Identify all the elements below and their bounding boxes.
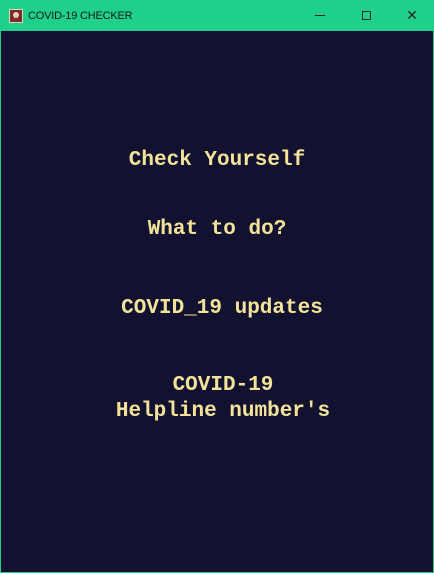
maximize-icon bbox=[361, 11, 371, 20]
covid-updates-button[interactable]: COVID_19 updates bbox=[1, 296, 433, 322]
what-to-do-button[interactable]: What to do? bbox=[1, 217, 433, 243]
helpline-numbers-button[interactable]: COVID-19 Helpline number's bbox=[1, 373, 433, 425]
app-window: COVID-19 CHECKER ✕ Check Yourself What t… bbox=[0, 0, 434, 573]
helpline-label-line1: COVID-19 bbox=[172, 374, 274, 397]
main-content: Check Yourself What to do? COVID_19 upda… bbox=[1, 31, 433, 572]
minimize-button[interactable] bbox=[297, 0, 343, 31]
window-controls: ✕ bbox=[297, 0, 433, 31]
check-yourself-button[interactable]: Check Yourself bbox=[1, 148, 433, 174]
covid-updates-label: COVID_19 updates bbox=[121, 297, 323, 320]
title-bar[interactable]: COVID-19 CHECKER ✕ bbox=[1, 0, 433, 31]
maximize-button[interactable] bbox=[343, 0, 389, 31]
check-yourself-label: Check Yourself bbox=[128, 149, 306, 172]
minimize-icon bbox=[315, 15, 325, 16]
app-icon bbox=[9, 8, 23, 23]
window-title: COVID-19 CHECKER bbox=[28, 9, 133, 22]
what-to-do-label: What to do? bbox=[147, 218, 287, 241]
close-button[interactable]: ✕ bbox=[389, 0, 433, 31]
close-icon: ✕ bbox=[406, 7, 418, 24]
helpline-label-line2: Helpline number's bbox=[115, 400, 331, 423]
